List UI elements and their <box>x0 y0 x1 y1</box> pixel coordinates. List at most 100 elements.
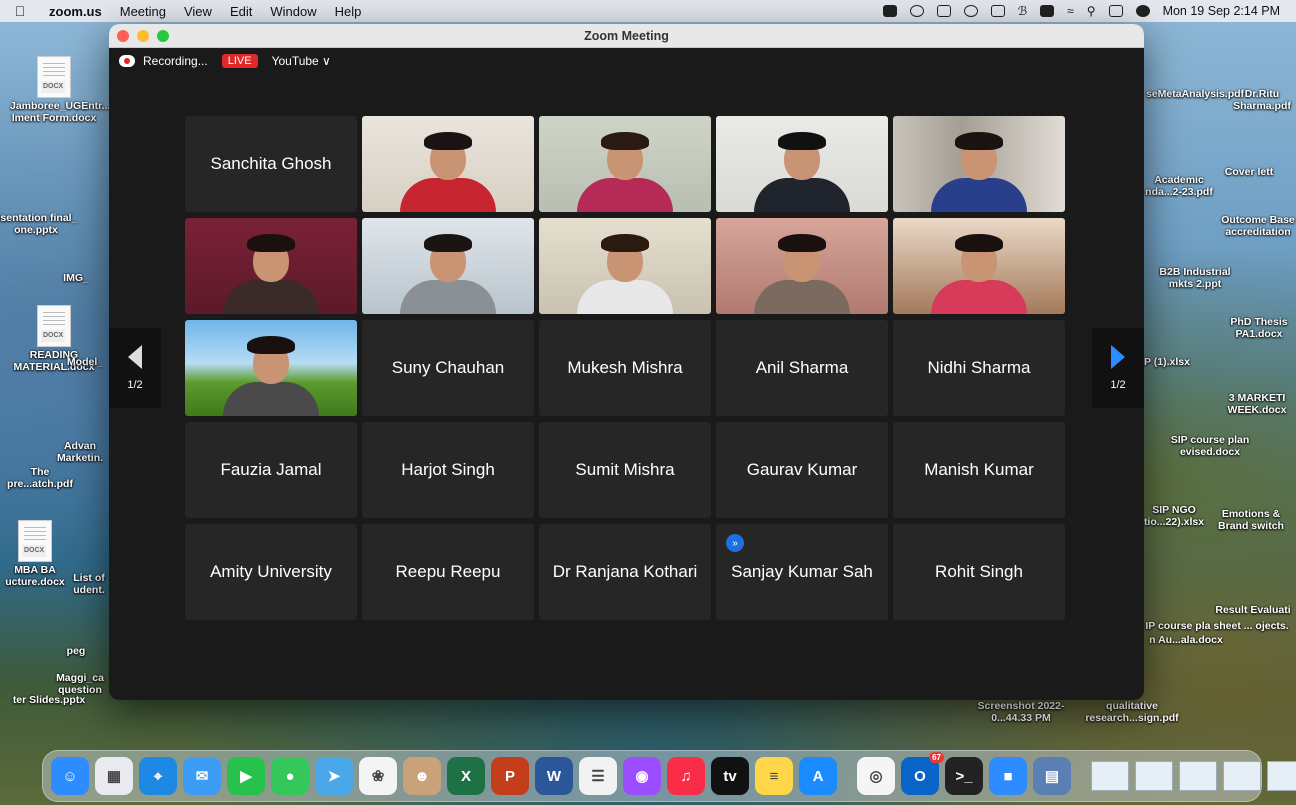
fullscreen-window-button[interactable] <box>157 29 169 42</box>
participant-tile[interactable] <box>362 116 534 212</box>
desktop-file[interactable]: Outcome Base accreditation <box>1220 214 1296 238</box>
participant-tile[interactable]: Sumit Mishra <box>539 422 711 518</box>
menubar-clock[interactable]: Mon 19 Sep 2:14 PM <box>1163 4 1280 18</box>
desktop-file[interactable]: Dr.Ritu Sharma.pdf <box>1228 88 1296 112</box>
participant-tile[interactable] <box>185 320 357 416</box>
participant-tile[interactable] <box>716 116 888 212</box>
desktop-file[interactable]: SIP course plan evised.docx <box>1160 434 1260 458</box>
close-window-button[interactable] <box>117 29 129 42</box>
recording-status[interactable]: Recording... <box>143 54 208 68</box>
desktop-file[interactable]: Result Evaluati <box>1210 604 1296 616</box>
participant-tile[interactable]: Dr Ranjana Kothari <box>539 524 711 620</box>
desktop-file[interactable]: DOCX Jamboree_UGEntr... lment Form.docx <box>10 56 110 124</box>
participant-tile[interactable]: Amity University <box>185 524 357 620</box>
participant-tile[interactable]: Anil Sharma <box>716 320 888 416</box>
menu-window[interactable]: Window <box>261 4 325 19</box>
participant-tile[interactable]: Harjot Singh <box>362 422 534 518</box>
participant-tile[interactable] <box>185 218 357 314</box>
powerpoint-icon[interactable]: P <box>491 757 529 795</box>
desktop-file[interactable]: Maggi_ca question <box>50 672 110 696</box>
facetime-icon[interactable]: ▶ <box>227 757 265 795</box>
desktop-file[interactable]: peg <box>56 645 96 657</box>
participant-tile[interactable] <box>893 116 1065 212</box>
app-store-icon[interactable]: A <box>799 757 837 795</box>
battery-icon[interactable] <box>1040 5 1055 17</box>
participant-tile[interactable] <box>362 218 534 314</box>
desktop-file[interactable]: esentation final_ one.pptx <box>0 212 80 236</box>
participant-tile[interactable]: Reepu Reepu <box>362 524 534 620</box>
participant-tile[interactable]: Fauzia Jamal <box>185 422 357 518</box>
maps-icon[interactable]: ➤ <box>315 757 353 795</box>
desktop-file[interactable]: Screenshot 2022-0...44.33 PM <box>966 700 1076 724</box>
word-icon[interactable]: W <box>535 757 573 795</box>
participant-tile[interactable]: Gaurav Kumar <box>716 422 888 518</box>
window-titlebar[interactable]: Zoom Meeting <box>109 24 1144 48</box>
participant-tile[interactable] <box>539 218 711 314</box>
menu-help[interactable]: Help <box>326 4 371 19</box>
desktop-file[interactable]: PhD Thesis PA1.docx <box>1222 316 1296 340</box>
finder-icon[interactable]: ☺ <box>51 757 89 795</box>
outlook-icon[interactable]: O 67 <box>901 752 944 795</box>
search-icon[interactable]: ⚲ <box>1087 4 1096 18</box>
dock-minimized-window[interactable] <box>1091 761 1129 791</box>
preview-icon[interactable]: ▤ <box>1033 757 1071 795</box>
participant-tile[interactable] <box>893 218 1065 314</box>
menu-meeting[interactable]: Meeting <box>111 4 175 19</box>
music-icon[interactable]: ♫ <box>667 757 705 795</box>
desktop-file[interactable]: Cover lett <box>1214 166 1284 178</box>
menu-edit[interactable]: Edit <box>221 4 261 19</box>
play-icon[interactable] <box>963 5 978 17</box>
participant-tile[interactable]: Sanchita Ghosh <box>185 116 357 212</box>
desktop-file[interactable]: Emotions & Brand switch <box>1206 508 1296 532</box>
desktop-file[interactable]: seMetaAnalysis.pdf <box>1146 88 1244 100</box>
participant-tile[interactable]: Manish Kumar <box>893 422 1065 518</box>
dock-minimized-window[interactable] <box>1179 761 1217 791</box>
participant-tile[interactable]: Nidhi Sharma <box>893 320 1065 416</box>
desktop-file[interactable]: B2B Industrial mkts 2.ppt <box>1150 266 1240 290</box>
desktop-file[interactable]: List of udent. <box>66 572 112 596</box>
live-badge[interactable]: LIVE <box>221 54 258 68</box>
messages-icon[interactable]: ● <box>271 757 309 795</box>
chrome-icon[interactable]: ◎ <box>857 757 895 795</box>
terminal-icon[interactable]: >_ <box>945 757 983 795</box>
participant-tile[interactable]: Sanjay Kumar Sah » <box>716 524 888 620</box>
display-icon[interactable] <box>936 5 951 17</box>
excel-icon[interactable]: X <box>447 757 485 795</box>
podcasts-icon[interactable]: ◉ <box>623 757 661 795</box>
desktop-file[interactable]: The pre...atch.pdf <box>0 466 80 490</box>
desktop-file[interactable]: 3 MARKETI WEEK.docx <box>1218 392 1296 416</box>
siri-icon[interactable] <box>1135 5 1150 17</box>
zoom-status-icon[interactable] <box>882 5 897 17</box>
reminders-icon[interactable]: ☰ <box>579 757 617 795</box>
mail-icon[interactable]: ✉ <box>183 757 221 795</box>
desktop-file[interactable]: IP course pla sheet ... ojects. <box>1138 620 1296 632</box>
safari-icon[interactable]: ⌖ <box>139 757 177 795</box>
contacts-icon[interactable]: ☻ <box>403 757 441 795</box>
desktop-file[interactable]: IMG_ <box>46 272 106 284</box>
screen-share-icon[interactable] <box>909 5 924 17</box>
participant-tile[interactable]: Rohit Singh <box>893 524 1065 620</box>
control-center-icon[interactable] <box>1108 5 1123 17</box>
previous-page-button[interactable]: 1/2 <box>109 328 161 408</box>
calendar-icon[interactable] <box>990 5 1005 17</box>
wifi-off-icon[interactable]: ≈ <box>1067 4 1074 18</box>
launchpad-icon[interactable]: ▦ <box>95 757 133 795</box>
participant-tile[interactable] <box>716 218 888 314</box>
menu-view[interactable]: View <box>175 4 221 19</box>
desktop-file[interactable]: SIP NGO tio...22).xlsx <box>1134 504 1214 528</box>
desktop-file[interactable]: Advan Marketin. <box>50 440 110 464</box>
tv-icon[interactable]: tv <box>711 757 749 795</box>
participant-tile[interactable]: Mukesh Mishra <box>539 320 711 416</box>
desktop-file[interactable]: Model_ <box>60 356 110 368</box>
participant-tile[interactable]: Suny Chauhan <box>362 320 534 416</box>
menu-app-name[interactable]: zoom.us <box>40 4 111 19</box>
next-page-button[interactable]: 1/2 <box>1092 328 1144 408</box>
desktop-file[interactable]: Academic nda...2-23.pdf <box>1142 174 1216 198</box>
desktop-file[interactable]: n Au...ala.docx <box>1138 634 1234 646</box>
bluetooth-icon[interactable]: ℬ <box>1018 4 1027 18</box>
youtube-stream-dropdown[interactable]: YouTube ∨ <box>272 54 331 68</box>
participant-tile[interactable] <box>539 116 711 212</box>
minimize-window-button[interactable] <box>137 29 149 42</box>
zoom-icon[interactable]: ■ <box>989 757 1027 795</box>
apple-menu-icon[interactable]:  <box>0 3 40 19</box>
